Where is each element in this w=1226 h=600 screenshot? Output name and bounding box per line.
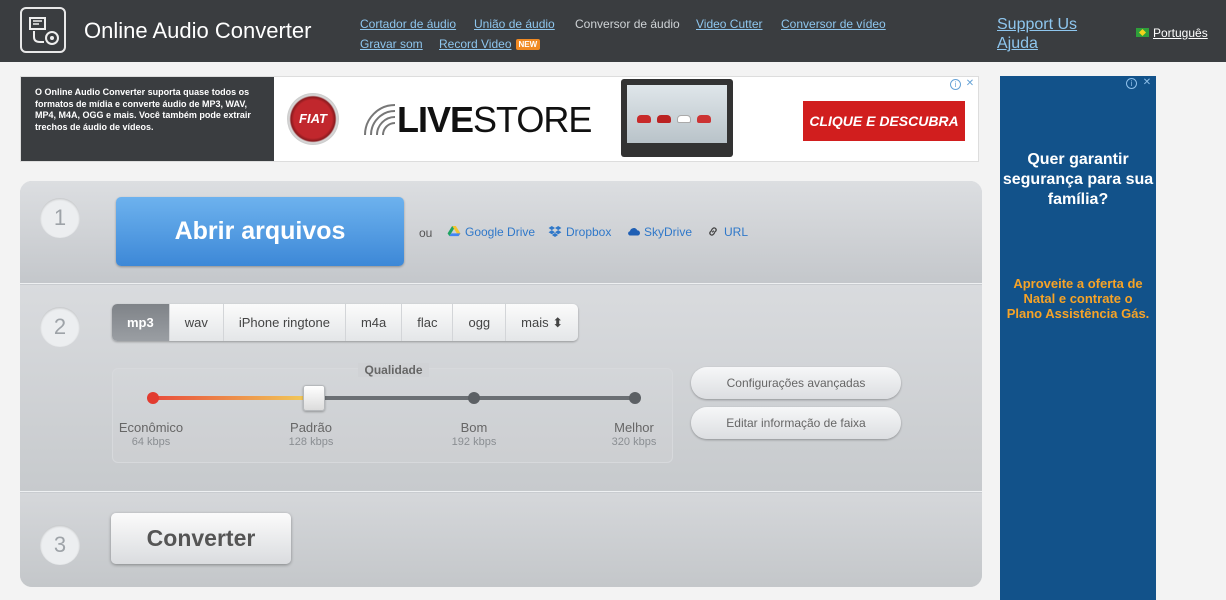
right-ad-banner[interactable]: i ✕ Quer garantir segurança para sua fam…: [1000, 76, 1156, 600]
quality-stop-bom[interactable]: [468, 392, 480, 404]
language-label: Português: [1153, 26, 1208, 40]
ad-question: Quer garantir segurança para sua família…: [1002, 151, 1154, 208]
step-1-open-files: 1 Abrir arquivos ou Google Drive Dropbox…: [20, 181, 982, 284]
new-badge: NEW: [515, 39, 541, 50]
step-number: 1: [40, 198, 80, 238]
converter-panel: 1 Abrir arquivos ou Google Drive Dropbox…: [20, 181, 982, 587]
site-title[interactable]: Online Audio Converter: [84, 18, 311, 44]
dropbox-icon: [548, 226, 562, 237]
nav-record-video[interactable]: Record Video: [439, 37, 512, 51]
ad-offer: Aproveite a oferta de Natal e contrate o…: [1006, 276, 1150, 321]
language-selector[interactable]: Português: [1136, 26, 1208, 40]
skydrive-cloud-icon: [628, 228, 640, 236]
help-link[interactable]: Ajuda: [997, 34, 1077, 53]
step-3-convert: 3 Converter: [20, 493, 982, 587]
advanced-settings-button[interactable]: Configurações avançadas: [691, 367, 901, 399]
nav-video-cutter[interactable]: Video Cutter: [696, 17, 763, 31]
quality-stop-melhor[interactable]: [629, 392, 641, 404]
step-number: 2: [40, 307, 80, 347]
ad-info-icon[interactable]: i: [950, 79, 961, 90]
quality-mark-padrao: Padrão 128 kbps: [288, 420, 334, 448]
format-wav[interactable]: wav: [170, 304, 224, 341]
or-label: ou: [419, 226, 433, 240]
quality-box: Qualidade Econômico 64 kbps Padrão 128 kbp…: [112, 363, 673, 463]
top-ad-banner[interactable]: O Online Audio Converter suporta quase t…: [20, 76, 979, 162]
step-number: 3: [40, 525, 80, 565]
format-flac[interactable]: flac: [402, 304, 454, 341]
nav-audio-cutter[interactable]: Cortador de áudio: [360, 17, 456, 31]
format-mp3[interactable]: mp3: [112, 304, 170, 341]
ad-cta-button[interactable]: CLIQUE E DESCUBRA: [803, 101, 965, 141]
ad-close-icon[interactable]: ✕: [965, 79, 975, 89]
url-link[interactable]: URL: [706, 225, 748, 239]
quality-mark-melhor: Melhor 320 kbps: [611, 420, 657, 448]
support-links: Support Us Ajuda: [997, 15, 1077, 53]
quality-title: Qualidade: [113, 363, 674, 377]
quality-slider-track[interactable]: [147, 385, 641, 411]
open-files-button[interactable]: Abrir arquivos: [116, 197, 404, 266]
right-ad-info-icon[interactable]: i: [1126, 78, 1137, 89]
format-ogg[interactable]: ogg: [453, 304, 507, 341]
nav-record-sound[interactable]: Gravar som: [360, 37, 423, 51]
nav-audio-converter-current: Conversor de áudio: [575, 17, 680, 31]
edit-track-info-button[interactable]: Editar informação de faixa: [691, 407, 901, 439]
dropbox-link[interactable]: Dropbox: [548, 225, 611, 239]
livestore-stripes-icon: [364, 104, 396, 136]
convert-button[interactable]: Converter: [111, 513, 291, 564]
support-us-link[interactable]: Support Us: [997, 15, 1077, 34]
quality-mark-bom: Bom 192 kbps: [451, 420, 497, 448]
quality-slider-handle[interactable]: [302, 385, 325, 411]
site-header: Online Audio Converter Cortador de áudio…: [0, 0, 1226, 62]
quality-mark-economico: Econômico 64 kbps: [118, 420, 184, 448]
nav-audio-joiner[interactable]: União de áudio: [474, 17, 555, 31]
nav-video-converter[interactable]: Conversor de vídeo: [781, 17, 886, 31]
quality-stop-economico[interactable]: [147, 392, 159, 404]
right-ad-close-icon[interactable]: ✕: [1142, 78, 1152, 88]
laptop-image: [621, 79, 733, 157]
link-icon: [709, 227, 717, 236]
format-m4a[interactable]: m4a: [346, 304, 403, 341]
google-drive-icon: [447, 226, 461, 237]
livestore-logo: LIVESTORE: [397, 99, 592, 140]
format-more-dropdown[interactable]: mais ⬍: [506, 304, 578, 341]
google-drive-link[interactable]: Google Drive: [447, 225, 535, 239]
brazil-flag-icon: [1136, 28, 1149, 37]
app-logo-icon[interactable]: [20, 7, 66, 53]
fiat-logo: FIAT: [287, 93, 339, 145]
ad-description: O Online Audio Converter suporta quase t…: [21, 77, 274, 161]
quality-slider-fill: [153, 396, 314, 400]
step-2-format-quality: 2 mp3 wav iPhone ringtone m4a flac ogg m…: [20, 285, 982, 492]
format-iphone-ringtone[interactable]: iPhone ringtone: [224, 304, 346, 341]
skydrive-link[interactable]: SkyDrive: [626, 225, 692, 239]
format-tabs: mp3 wav iPhone ringtone m4a flac ogg mai…: [112, 304, 579, 341]
